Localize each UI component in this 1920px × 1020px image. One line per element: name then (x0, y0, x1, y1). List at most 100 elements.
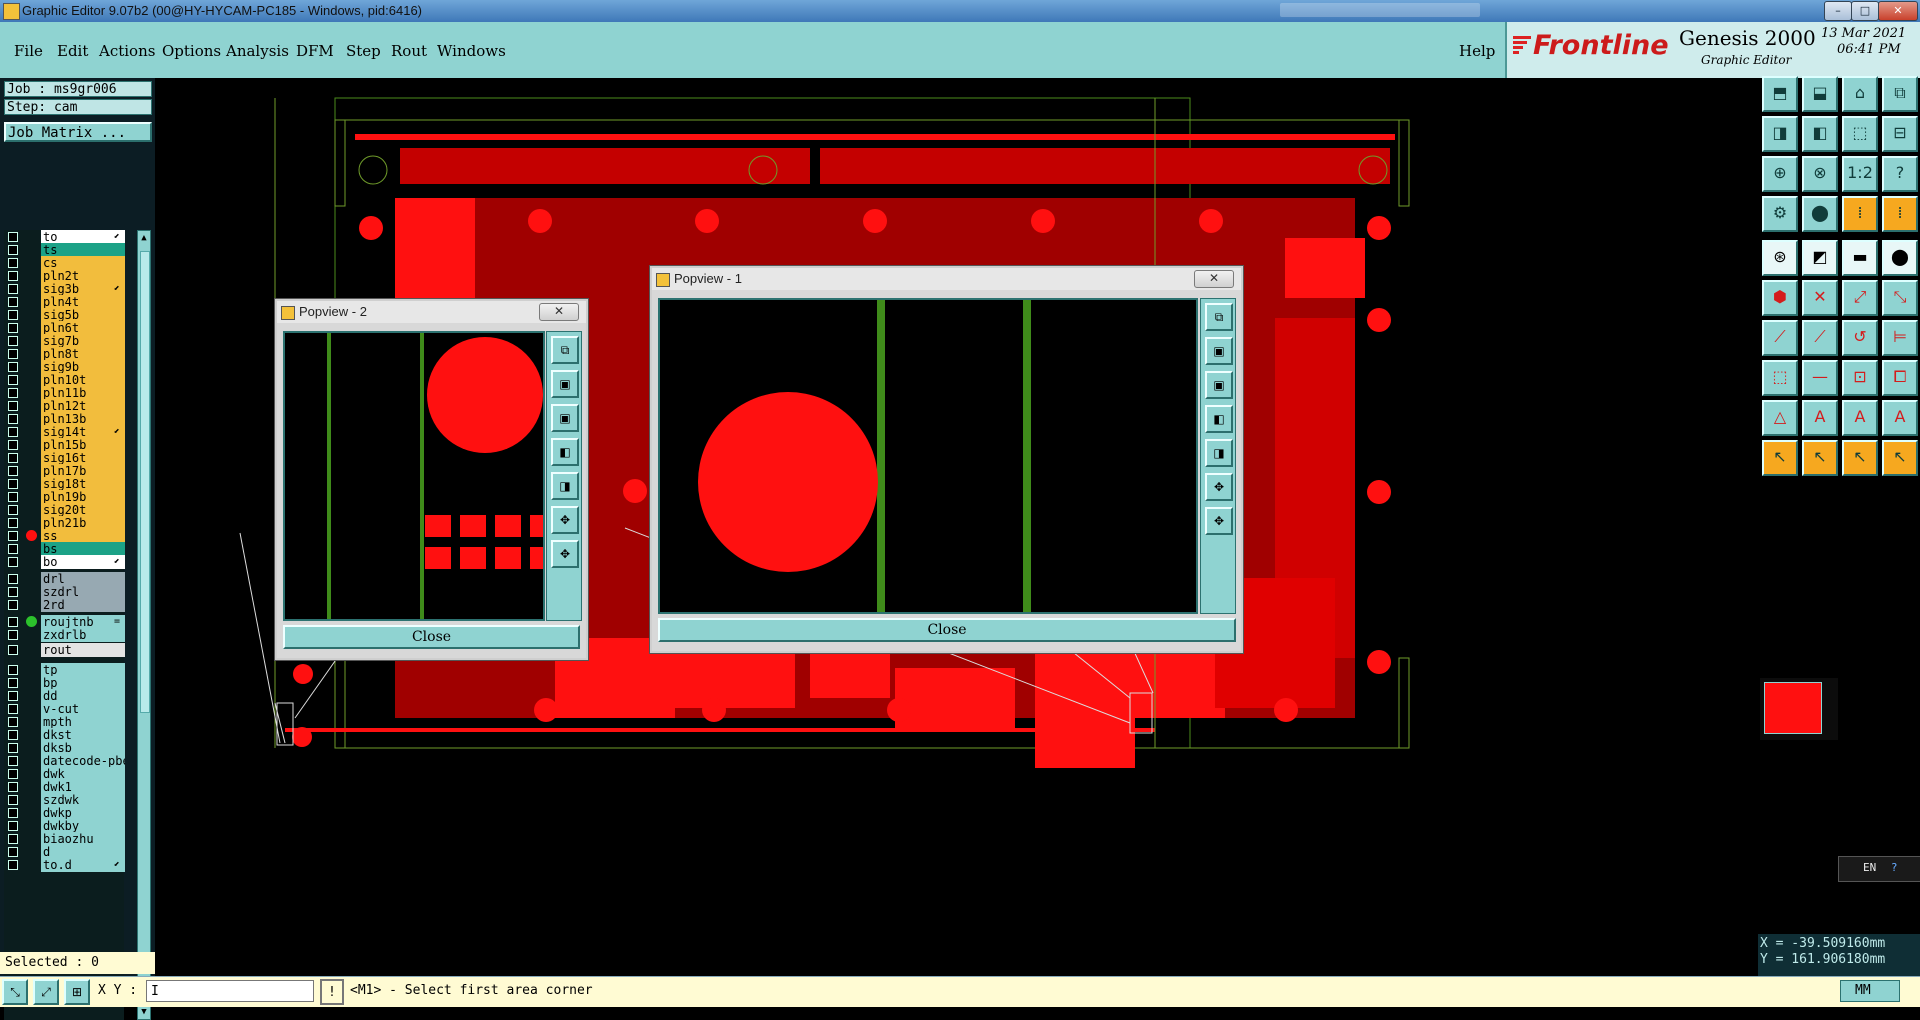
layer-name[interactable]: szdrl (41, 585, 125, 599)
select-move-icon[interactable]: ↖ (1882, 440, 1918, 476)
overview-map[interactable] (1760, 678, 1838, 740)
layer-checkbox[interactable] (8, 574, 18, 584)
layer-name[interactable]: sig14t (41, 425, 125, 439)
layer-name[interactable]: roujtnb (41, 615, 125, 629)
popview-2-zoom-in-icon[interactable]: ✥ (551, 506, 579, 534)
layer-checkbox[interactable] (8, 665, 18, 675)
layer-name[interactable]: biaozhu (41, 832, 125, 846)
popview-1-viewport[interactable] (658, 298, 1198, 614)
popview-2-pan-right-icon[interactable]: ◨ (551, 472, 579, 500)
layer-row-dwkp[interactable]: dwkp (4, 806, 125, 820)
layer-name[interactable]: 2rd (41, 598, 125, 612)
layer-checkbox[interactable] (8, 600, 18, 610)
layer-checkbox[interactable] (8, 630, 18, 640)
group-icon[interactable]: ⧠ (1882, 360, 1918, 396)
copy-icon[interactable]: ⤡ (1882, 280, 1918, 316)
menu-edit[interactable]: Edit (57, 42, 88, 60)
layer-checkbox[interactable] (8, 769, 18, 779)
delete-icon[interactable]: ✕ (1802, 280, 1838, 316)
layer-checkbox[interactable] (8, 756, 18, 766)
menu-actions[interactable]: Actions (99, 42, 155, 60)
select-area-icon[interactable]: ↖ (1842, 440, 1878, 476)
layer-checkbox[interactable] (8, 258, 18, 268)
layer-row-szdrl[interactable]: szdrl (4, 585, 125, 599)
layer-name[interactable]: dwkp (41, 806, 125, 820)
layer-name[interactable]: bs (41, 542, 125, 556)
message-icon[interactable]: ! (320, 979, 344, 1005)
layer-name[interactable]: to.d (41, 858, 125, 872)
popview-1-pan-up-icon[interactable]: ▣ (1205, 337, 1233, 365)
triangle-icon[interactable]: △ (1762, 400, 1798, 436)
menu-rout[interactable]: Rout (391, 42, 427, 60)
layer-row-2rd[interactable]: 2rd (4, 598, 125, 612)
popview-2-pan-down-icon[interactable]: ▣ (551, 404, 579, 432)
layer-row-roujtnb[interactable]: roujtnb = (4, 615, 125, 629)
menu-analysis[interactable]: Analysis (226, 42, 289, 60)
popview-2-zoom-out-icon[interactable]: ✥ (551, 540, 579, 568)
layer-checkbox[interactable] (8, 531, 18, 541)
layer-row-biaozhu[interactable]: biaozhu (4, 832, 125, 846)
popview-2-pan-left-icon[interactable]: ◧ (551, 438, 579, 466)
snap-icon[interactable]: ⊛ (1762, 240, 1798, 276)
layer-checkbox[interactable] (8, 245, 18, 255)
layer-row-dwkby[interactable]: dwkby (4, 819, 125, 833)
layer-row-zxdrlb[interactable]: zxdrlb (4, 628, 125, 642)
pan-left-icon[interactable]: ◨ (1762, 116, 1798, 152)
layer-checkbox[interactable] (8, 645, 18, 655)
layer-row-drl[interactable]: drl (4, 572, 125, 586)
layer-name[interactable]: pln17b (41, 464, 125, 478)
help-icon[interactable]: ? (1882, 156, 1918, 192)
popview-1-zoom-in-icon[interactable]: ✥ (1205, 473, 1233, 501)
scale-icon[interactable]: 1:2 (1842, 156, 1878, 192)
layer-name[interactable]: szdwk (41, 793, 125, 807)
layer-row-pln21b[interactable]: pln21b (4, 516, 125, 530)
popview-2-close-icon[interactable]: ✕ (539, 303, 579, 321)
menu-options[interactable]: Options (162, 42, 221, 60)
popview-1-zoom-out-icon[interactable]: ✥ (1205, 507, 1233, 535)
line-draw-icon[interactable]: ⟋ (1762, 320, 1798, 356)
popview-2-viewport[interactable] (283, 331, 545, 621)
grid-snap-icon[interactable]: ⊞ (64, 979, 90, 1005)
fill-icon[interactable]: ⬤ (1882, 240, 1918, 276)
layer-row-pln4t[interactable]: pln4t (4, 295, 125, 309)
units-selector[interactable]: MM (1840, 980, 1900, 1002)
line-mode-icon[interactable]: ▬ (1842, 240, 1878, 276)
layer-name[interactable]: tp (41, 663, 125, 677)
ime-indicator[interactable]: EN ? (1838, 856, 1920, 882)
text-icon[interactable]: A (1802, 400, 1838, 436)
layer-name[interactable]: dksb (41, 741, 125, 755)
layer-checkbox[interactable] (8, 349, 18, 359)
layer-name[interactable]: pln13b (41, 412, 125, 426)
layer-row-ss[interactable]: ss (4, 529, 125, 543)
layer-checkbox[interactable] (8, 362, 18, 372)
pan-right-icon[interactable]: ◧ (1802, 116, 1838, 152)
layer-name[interactable]: datecode-pbe (41, 754, 125, 768)
layer-row-dd[interactable]: dd (4, 689, 125, 703)
help-circle-icon[interactable]: ? (1891, 861, 1898, 874)
layer-row-pln12t[interactable]: pln12t (4, 399, 125, 413)
layer-row-sig14t[interactable]: sig14t ⬋ (4, 425, 125, 439)
layer-name[interactable]: pln15b (41, 438, 125, 452)
layer-name[interactable]: dwk1 (41, 780, 125, 794)
layer-checkbox[interactable] (8, 440, 18, 450)
menu-file[interactable]: File (14, 42, 43, 60)
layer-row-pln15b[interactable]: pln15b (4, 438, 125, 452)
layer-row-bp[interactable]: bp (4, 676, 125, 690)
layer-name[interactable]: sig20t (41, 503, 125, 517)
layer-checkbox[interactable] (8, 587, 18, 597)
layer-checkbox[interactable] (8, 717, 18, 727)
display-mode-icon[interactable]: ◩ (1802, 240, 1838, 276)
layer-name[interactable]: dkst (41, 728, 125, 742)
layer-checkbox[interactable] (8, 232, 18, 242)
zoom-in-icon[interactable]: ⊕ (1762, 156, 1798, 192)
scroll-thumb[interactable] (140, 251, 150, 713)
popview-1-close-button[interactable]: Close (658, 618, 1236, 642)
layer-row-bs[interactable]: bs (4, 542, 125, 556)
settings-icon[interactable]: ⚙ (1762, 196, 1798, 232)
connect-icon[interactable]: ⬢ (1762, 280, 1798, 316)
layer-name[interactable]: pln10t (41, 373, 125, 387)
home-icon[interactable]: ⌂ (1842, 76, 1878, 112)
text-style-icon[interactable]: A (1882, 400, 1918, 436)
layer-name[interactable]: dd (41, 689, 125, 703)
layer-row-pln17b[interactable]: pln17b (4, 464, 125, 478)
